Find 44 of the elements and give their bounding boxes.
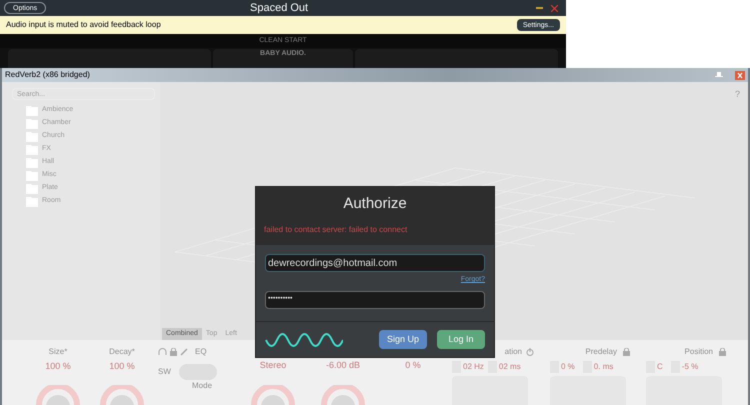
close-icon[interactable]	[551, 4, 558, 12]
param-label: Position	[684, 346, 713, 358]
eq-label: EQ	[195, 346, 207, 358]
folder-icon	[26, 170, 38, 180]
knob-icon	[35, 385, 81, 405]
email-field[interactable]: dewrecordings@hotmail.com	[265, 254, 485, 272]
param-value: -6.00 dB	[326, 359, 360, 372]
knob-icon	[99, 385, 145, 405]
pencil-icon[interactable]	[180, 348, 188, 356]
power-icon[interactable]	[526, 348, 534, 356]
param-label: Size*	[48, 346, 68, 358]
knob-icon	[320, 385, 366, 405]
pin-icon[interactable]	[715, 72, 723, 78]
folder-icon	[26, 184, 38, 194]
log-in-button[interactable]: Log In	[437, 330, 485, 349]
close-icon[interactable]	[735, 70, 745, 80]
lock-icon[interactable]	[719, 348, 726, 356]
wave-icon	[265, 332, 343, 346]
dialog-title: Authorize	[343, 194, 407, 214]
folder-icon	[26, 196, 38, 206]
param-value: 100 %	[45, 360, 71, 373]
param-label: ation	[504, 346, 522, 358]
help-icon[interactable]: ?	[734, 88, 740, 102]
window-title: Spaced Out	[250, 0, 308, 16]
headphones-icon[interactable]	[158, 348, 167, 356]
folder-icon	[26, 144, 38, 154]
lock-icon[interactable]	[623, 348, 630, 356]
notice-text: Audio input is muted to avoid feedback loop	[6, 19, 161, 31]
param-value: Stereo	[260, 359, 286, 372]
param-label: Decay*	[109, 346, 135, 358]
folder-icon	[26, 132, 38, 142]
error-message: failed to contact server: failed to connect	[264, 224, 408, 236]
param-value: 100 %	[109, 360, 135, 373]
folder-icon	[26, 158, 38, 168]
window-title: RedVerb2 (x86 bridged)	[5, 69, 90, 81]
switch-label: SW	[158, 366, 171, 378]
lock-icon[interactable]	[170, 348, 177, 356]
folder-icon	[26, 118, 38, 128]
knob-icon	[250, 385, 296, 405]
param-label: Predelay	[585, 346, 617, 358]
sign-up-button[interactable]: Sign Up	[379, 330, 427, 349]
folder-icon	[26, 106, 38, 116]
mode-label: Mode	[192, 380, 214, 392]
param-value: 0 %	[405, 359, 421, 372]
